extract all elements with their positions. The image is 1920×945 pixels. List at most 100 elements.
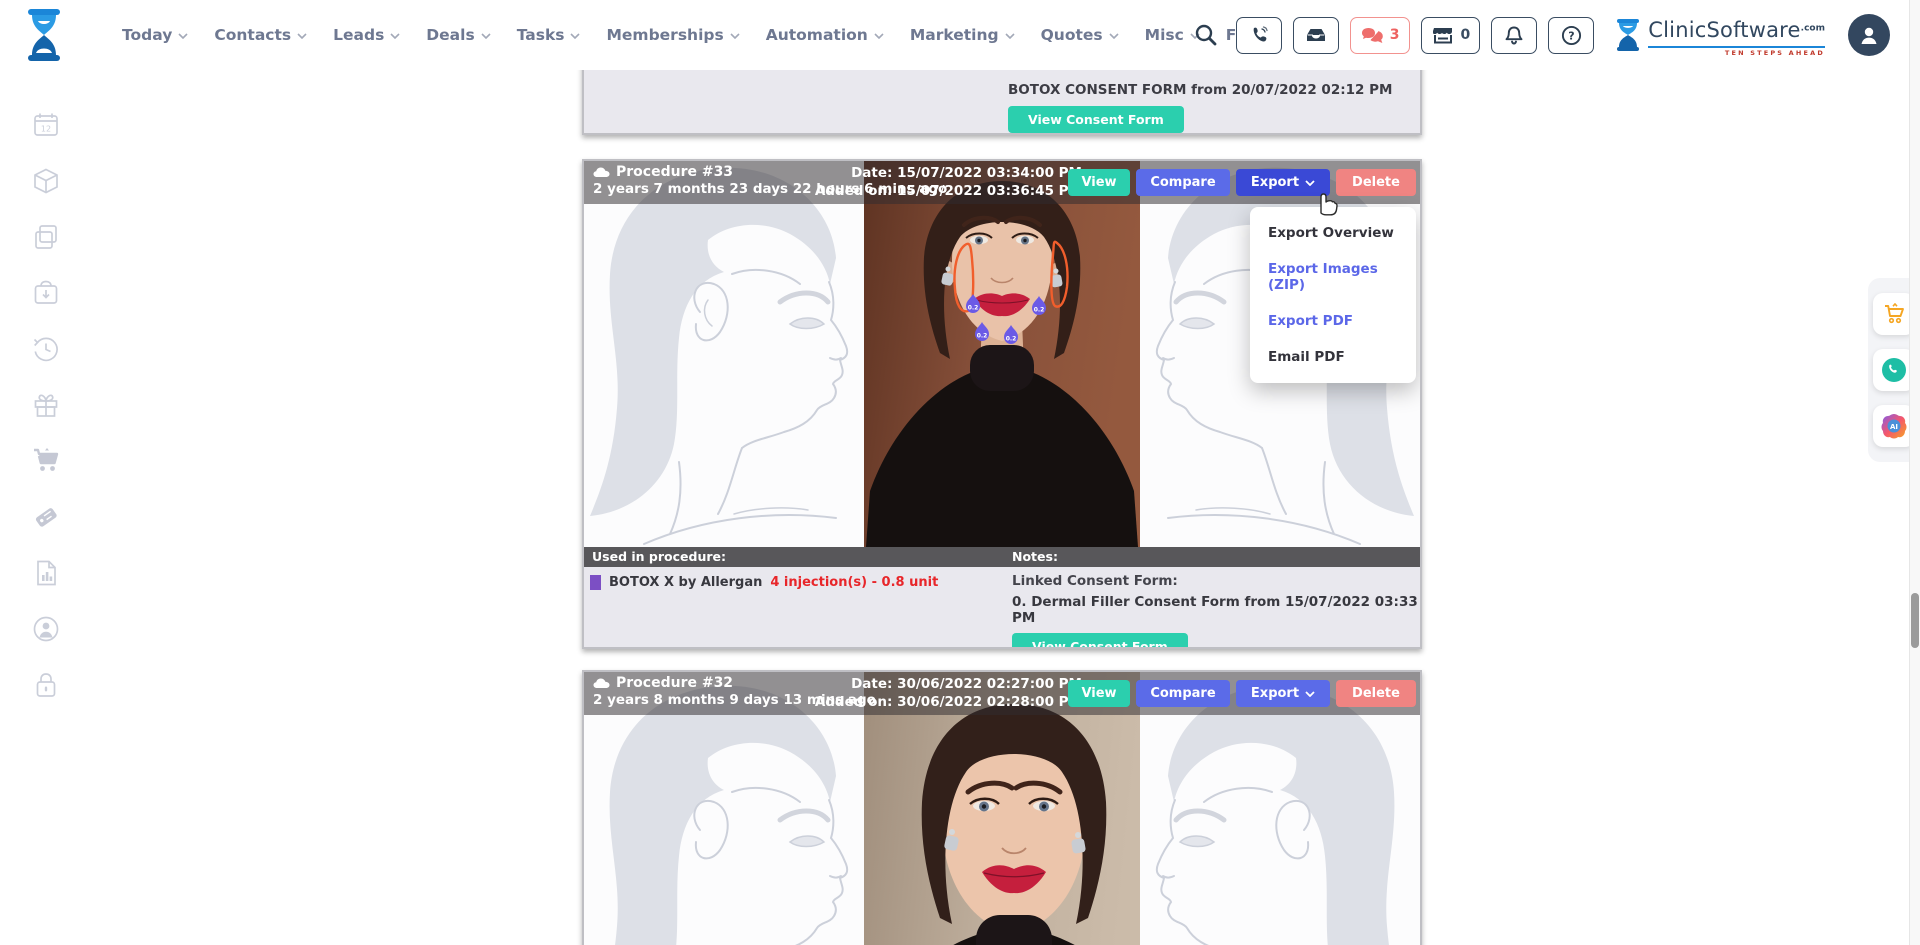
page-scrollbar[interactable]: [1909, 0, 1920, 945]
procedure-33-header: Procedure #33 2 years 7 months 23 days 2…: [584, 161, 1420, 204]
nav-tasks[interactable]: Tasks: [517, 26, 581, 44]
email-pdf-item[interactable]: Email PDF: [1250, 339, 1416, 375]
nav-contacts-label: Contacts: [214, 26, 291, 44]
nav-quotes-label: Quotes: [1041, 26, 1103, 44]
nav-deals-label: Deals: [426, 26, 474, 44]
nav-leads[interactable]: Leads: [333, 26, 400, 44]
export-button-label: Export: [1251, 175, 1299, 190]
brand-name: ClinicSoftware: [1648, 18, 1800, 42]
product-detail: 4 injection(s) - 0.8 unit: [770, 575, 938, 590]
nav-deals[interactable]: Deals: [426, 26, 490, 44]
nav-marketing[interactable]: Marketing: [910, 26, 1015, 44]
order-bag-icon[interactable]: [31, 278, 61, 308]
used-in-procedure-bar: Used in procedure:: [584, 547, 1008, 567]
chat-bubbles-icon: [1360, 26, 1384, 45]
gift-icon[interactable]: [31, 390, 61, 420]
person-icon: [1857, 23, 1881, 47]
export-overview-item[interactable]: Export Overview: [1250, 215, 1416, 251]
history-icon[interactable]: [31, 334, 61, 364]
user-avatar[interactable]: [1848, 14, 1890, 56]
procedure-card-32: Procedure #32 2 years 8 months 9 days 13…: [582, 670, 1422, 945]
chevron-down-icon: [1005, 33, 1015, 39]
view-consent-form-button[interactable]: View Consent Form: [1012, 633, 1188, 649]
view-consent-form-button[interactable]: View Consent Form: [1008, 106, 1184, 133]
inbox-button[interactable]: [1293, 17, 1339, 54]
scrollbar-thumb[interactable]: [1911, 593, 1919, 648]
question-icon: ?: [1561, 25, 1582, 46]
chevron-down-icon: [874, 33, 884, 39]
report-icon[interactable]: [31, 558, 61, 588]
chevron-down-icon: [297, 33, 307, 39]
nav-contacts[interactable]: Contacts: [214, 26, 307, 44]
clinicsoftware-logo[interactable]: ClinicSoftware.com TEN STEPS AHEAD: [1615, 18, 1825, 52]
procedure-33-actions: View Compare Export Delete: [1068, 169, 1416, 196]
nav-today-label: Today: [122, 26, 172, 44]
procedure-32-images: Procedure #32 2 years 8 months 9 days 13…: [584, 672, 1420, 945]
export-button[interactable]: Export: [1236, 680, 1330, 707]
svg-text:0.2: 0.2: [1034, 307, 1045, 314]
whatsapp-icon: [1880, 356, 1908, 384]
help-button[interactable]: ?: [1548, 17, 1594, 54]
nav-memberships[interactable]: Memberships: [606, 26, 739, 44]
chevron-down-icon: [1305, 180, 1315, 186]
cloud-icon: [593, 167, 610, 178]
procedure-32-header: Procedure #32 2 years 8 months 9 days 13…: [584, 672, 1420, 715]
cart-icon[interactable]: [31, 446, 61, 476]
search-icon[interactable]: [1193, 22, 1219, 48]
svg-text:0.2: 0.2: [1006, 336, 1017, 343]
procedure-32-title: Procedure #32: [616, 675, 733, 691]
export-button[interactable]: Export: [1236, 169, 1330, 196]
hourglass-logo-icon[interactable]: [22, 7, 66, 63]
procedure-33-images: 0.2 0.2 0.2 0.2: [584, 161, 1420, 547]
compare-button[interactable]: Compare: [1136, 680, 1230, 707]
nav-misc[interactable]: Misc: [1145, 26, 1200, 44]
cube-icon[interactable]: [31, 166, 61, 196]
nav-quotes[interactable]: Quotes: [1041, 26, 1119, 44]
linked-consent-line: 0. Dermal Filler Consent Form from 15/07…: [1012, 594, 1420, 626]
bell-icon: [1504, 25, 1524, 46]
nav-tasks-label: Tasks: [517, 26, 565, 44]
nav-automation-label: Automation: [766, 26, 868, 44]
view-button[interactable]: View: [1068, 169, 1130, 196]
product-name: BOTOX X by Allergan: [609, 575, 762, 590]
duplicate-icon[interactable]: [31, 222, 61, 252]
procedure-33-details: BOTOX X by Allergan 4 injection(s) - 0.8…: [584, 567, 1420, 645]
svg-text:AI: AI: [1890, 423, 1898, 431]
nav-marketing-label: Marketing: [910, 26, 999, 44]
svg-text:?: ?: [1568, 29, 1574, 42]
chevron-down-icon: [730, 33, 740, 39]
delete-button[interactable]: Delete: [1336, 680, 1416, 707]
view-button[interactable]: View: [1068, 680, 1130, 707]
chat-button[interactable]: 3: [1350, 17, 1410, 54]
store-icon: [1431, 25, 1455, 45]
procedure-32-date: Date: 30/06/2022 02:27:00 PM: [815, 675, 1082, 693]
chevron-down-icon: [178, 33, 188, 39]
procedure-32-added: Added on: 30/06/2022 02:28:00 PM: [815, 693, 1082, 711]
nav-today[interactable]: Today: [122, 26, 188, 44]
store-button[interactable]: 0: [1421, 17, 1481, 54]
procedure-card-33: 0.2 0.2 0.2 0.2: [582, 159, 1422, 649]
calendar-icon[interactable]: 12: [31, 110, 61, 140]
procedure-33-title: Procedure #33: [616, 164, 733, 180]
ai-assistant-icon: AI: [1880, 412, 1908, 440]
voucher-tag-icon[interactable]: [31, 502, 61, 532]
navbar-actions: 3 0 ? ClinicSoftwa: [1193, 0, 1890, 70]
phone-button[interactable]: [1236, 17, 1282, 54]
delete-button[interactable]: Delete: [1336, 169, 1416, 196]
notifications-button[interactable]: [1491, 17, 1537, 54]
chevron-down-icon: [390, 33, 400, 39]
compare-button[interactable]: Compare: [1136, 169, 1230, 196]
nav-automation[interactable]: Automation: [766, 26, 884, 44]
consent-form-line: BOTOX CONSENT FORM from 20/07/2022 02:12…: [1008, 82, 1392, 98]
export-images-zip-item[interactable]: Export Images (ZIP): [1250, 251, 1416, 303]
procedure-33-section-bars: Used in procedure: Notes:: [584, 547, 1420, 567]
chat-count-badge: 3: [1390, 27, 1400, 43]
svg-text:0.2: 0.2: [968, 305, 979, 312]
product-color-swatch: [590, 575, 601, 590]
procedure-32-dates: Date: 30/06/2022 02:27:00 PM Added on: 3…: [815, 675, 1082, 711]
export-pdf-item[interactable]: Export PDF: [1250, 303, 1416, 339]
account-icon[interactable]: [31, 614, 61, 644]
brand-tld: .com: [1801, 24, 1825, 34]
cloud-icon: [593, 678, 610, 689]
lock-icon[interactable]: [31, 670, 61, 700]
